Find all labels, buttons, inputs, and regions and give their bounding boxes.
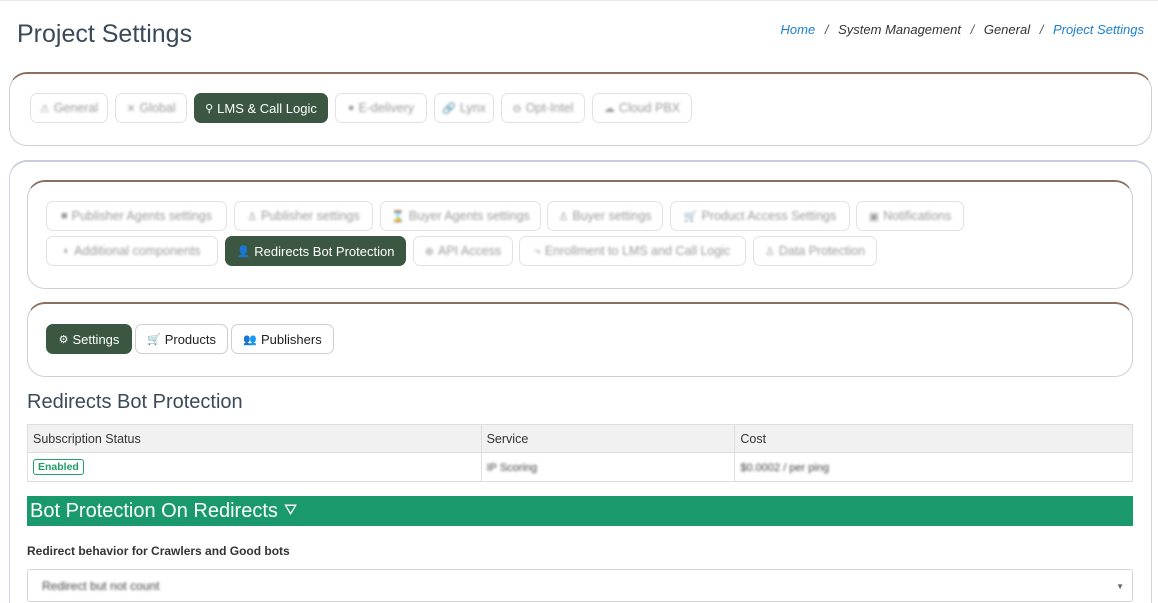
tab-label: Additional components (74, 244, 201, 258)
tab-redirects-bot-protection[interactable]: 👤 Redirects Bot Protection (225, 236, 406, 266)
section-title: Redirects Bot Protection (27, 391, 243, 413)
tab-label: Settings (72, 331, 120, 347)
tab-publishers[interactable]: 👥 Publishers (231, 324, 334, 354)
breadcrumb-separator: / (970, 22, 975, 37)
tab-buyer-agents-settings[interactable]: ⌛ Buyer Agents settings (380, 201, 541, 231)
column-header: Cost (734, 424, 1133, 453)
toggle-icon: ◐ (63, 245, 71, 257)
tab-label: E-delivery (358, 101, 415, 115)
tab-api-access[interactable]: ⊕ API Access (413, 236, 513, 266)
tab-additional-components[interactable]: ◐ Additional components (46, 236, 218, 266)
user-icon: ♙ (764, 245, 775, 258)
tab-global[interactable]: ✕ Global (115, 93, 187, 123)
breadcrumb: Home / System Management / General / Pro… (781, 22, 1144, 37)
status-badge: Enabled (33, 459, 84, 475)
banner-title: Bot Protection On Redirects (30, 499, 278, 522)
service-cell: IP Scoring (480, 452, 736, 482)
tab-notifications[interactable]: ▣ Notifications (856, 201, 964, 231)
tab-label: Redirects Bot Protection (254, 243, 395, 259)
cost-value: $0.0002 / per ping (740, 462, 830, 474)
global-icon: ✕ (126, 102, 136, 115)
tab-cloud-pbx[interactable]: ☁ Cloud PBX (592, 93, 692, 123)
user-icon: ♙ (558, 210, 569, 223)
tab-label: Publisher settings (261, 209, 360, 223)
tab-lms-call-logic[interactable]: ⚲ LMS & Call Logic (194, 93, 328, 123)
tab-e-delivery[interactable]: ● E-delivery (335, 93, 427, 123)
user-icon: ♙ (247, 210, 258, 223)
tab-label: Enrollment to LMS and Call Logic (544, 244, 731, 258)
tab-label: Buyer settings (572, 209, 652, 223)
tab-label: Data Protection (778, 244, 866, 258)
redirect-behavior-label: Redirect behavior for Crawlers and Good … (27, 544, 290, 558)
breadcrumb-current[interactable]: Project Settings (1053, 22, 1144, 37)
gear-icon: ⚙ (58, 333, 69, 346)
sub-tabs-card (27, 180, 1133, 289)
column-header: Subscription Status (27, 424, 482, 453)
filter-icon: ⛛ (283, 502, 298, 519)
top-border (0, 0, 1158, 1)
link-icon: 🔗 (442, 102, 456, 115)
bot-protection-banner: Bot Protection On Redirects ⛛ (27, 496, 1133, 526)
caret-down-icon: ▼ (1116, 582, 1124, 591)
tab-product-access-settings[interactable]: 🛒 Product Access Settings (670, 201, 850, 231)
column-header: Service (480, 424, 736, 453)
service-value: IP Scoring (486, 462, 538, 474)
subscription-table: Subscription Status Service Cost Enabled… (27, 424, 1133, 482)
tab-lynx[interactable]: 🔗 Lynx (434, 93, 494, 123)
hourglass-icon: ⌛ (391, 210, 405, 223)
breadcrumb-system-management: System Management (838, 22, 961, 37)
tab-general[interactable]: ⚠ General (30, 93, 108, 123)
tab-opt-intel[interactable]: ⊖ Opt-Intel (501, 93, 585, 123)
page-title: Project Settings (17, 20, 193, 48)
tab-label: Lynx (459, 101, 486, 115)
cost-cell: $0.0002 / per ping (734, 452, 1133, 482)
warning-icon: ⚠ (39, 102, 50, 115)
status-cell: Enabled (27, 452, 482, 482)
table-row: Enabled IP Scoring $0.0002 / per ping (27, 452, 1133, 482)
minus-circle-icon: ⊖ (512, 102, 522, 115)
agent-icon: ■ (60, 210, 68, 222)
tab-label: Cloud PBX (618, 101, 681, 115)
tab-settings[interactable]: ⚙ Settings (46, 324, 132, 354)
tab-label: Publishers (261, 331, 322, 347)
tab-label: Products (164, 331, 216, 347)
tab-label: Publisher Agents settings (71, 209, 213, 223)
breadcrumb-separator: / (824, 22, 829, 37)
redirect-behavior-select[interactable]: Redirect but not count ▼ (27, 569, 1133, 602)
tab-label: Notifications (883, 209, 952, 223)
tab-label: API Access (437, 244, 502, 258)
breadcrumb-general: General (983, 22, 1031, 37)
tab-publisher-agents-settings[interactable]: ■ Publisher Agents settings (46, 201, 227, 231)
tab-data-protection[interactable]: ♙ Data Protection (753, 236, 877, 266)
user-shield-icon: 👤 (236, 245, 251, 258)
table-header-row: Subscription Status Service Cost (27, 424, 1133, 453)
tab-label: Global (139, 101, 176, 115)
cart-icon: 🛒 (146, 333, 161, 346)
breadcrumb-separator: / (1039, 22, 1044, 37)
tab-label: LMS & Call Logic (217, 100, 317, 116)
select-value: Redirect but not count (42, 578, 160, 593)
tab-label: Opt-Intel (525, 101, 574, 115)
tab-label: General (53, 101, 99, 115)
phone-icon: ⚲ (205, 102, 214, 115)
breadcrumb-home[interactable]: Home (781, 22, 816, 37)
enrollment-icon: ⤷ (534, 244, 541, 257)
cloud-icon: ☁ (603, 102, 615, 115)
tab-enrollment-lms[interactable]: ⤷ Enrollment to LMS and Call Logic (519, 236, 746, 266)
cart-icon: 🛒 (683, 210, 698, 223)
globe-icon: ⊕ (424, 245, 434, 258)
tab-products[interactable]: 🛒 Products (135, 324, 228, 354)
tab-label: Buyer Agents settings (408, 209, 530, 223)
globe-icon: ● (347, 102, 355, 114)
tab-label: Product Access Settings (701, 209, 837, 223)
tab-buyer-settings[interactable]: ♙ Buyer settings (547, 201, 663, 231)
tab-publisher-settings[interactable]: ♙ Publisher settings (234, 201, 373, 231)
users-icon: 👥 (243, 333, 257, 346)
notification-icon: ▣ (868, 210, 880, 223)
